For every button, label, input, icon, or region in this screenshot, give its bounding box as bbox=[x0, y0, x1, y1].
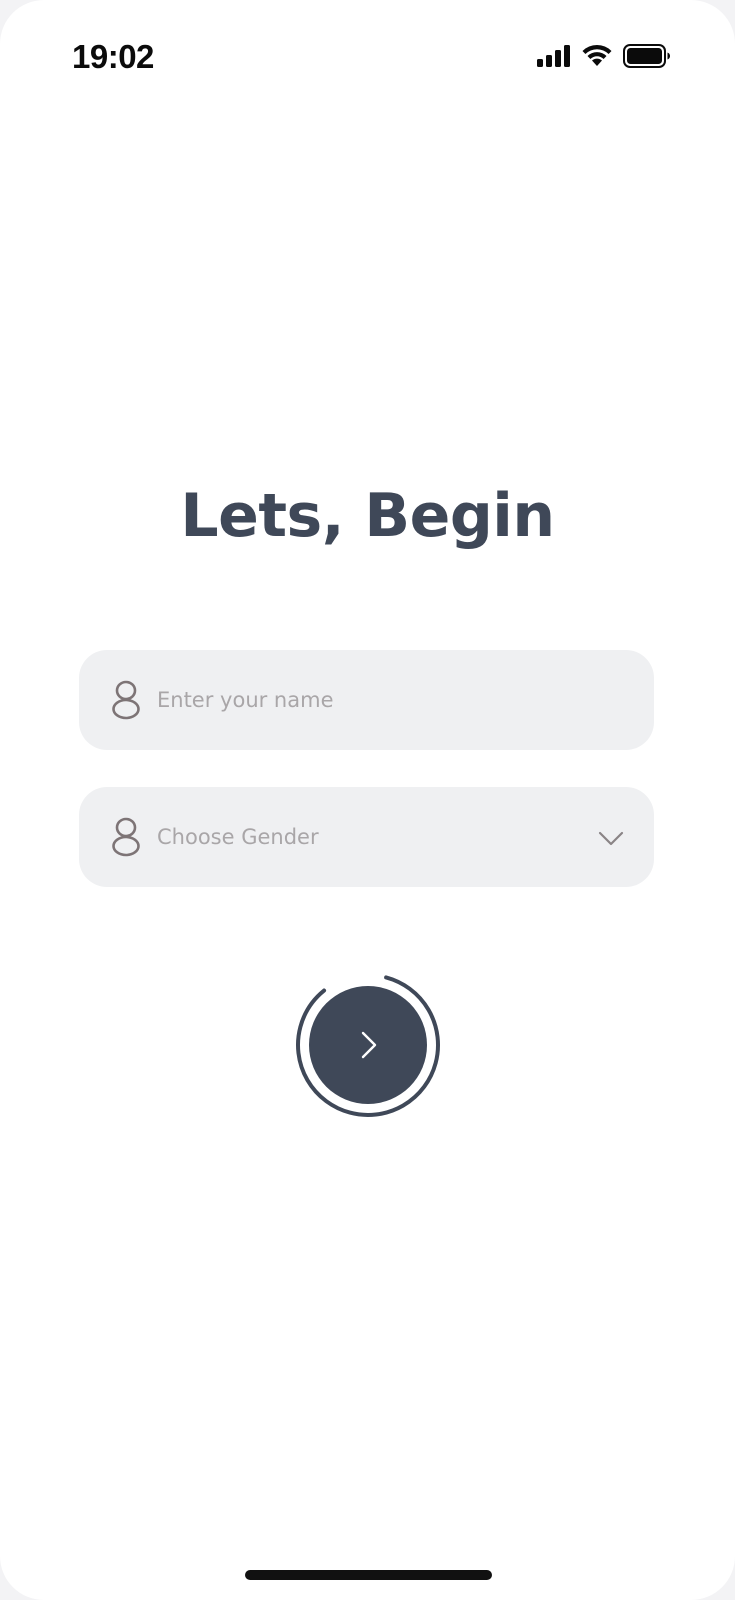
next-button-wrapper bbox=[293, 970, 443, 1120]
user-icon bbox=[109, 817, 143, 857]
name-input[interactable] bbox=[157, 650, 617, 750]
status-time: 19:02 bbox=[72, 38, 154, 75]
status-icons bbox=[537, 44, 671, 68]
battery-icon bbox=[623, 44, 671, 68]
user-icon bbox=[109, 680, 143, 720]
home-indicator[interactable] bbox=[245, 1570, 492, 1580]
wifi-icon bbox=[581, 44, 613, 68]
gender-select-placeholder: Choose Gender bbox=[157, 825, 319, 849]
name-field[interactable] bbox=[79, 650, 654, 750]
gender-select[interactable]: Choose Gender bbox=[79, 787, 654, 887]
next-button[interactable] bbox=[309, 986, 427, 1104]
status-bar: 19:02 bbox=[0, 0, 735, 120]
chevron-down-icon[interactable] bbox=[598, 825, 624, 851]
cellular-signal-icon bbox=[537, 45, 571, 67]
app-screen: 19:02 Lets, Begin Enter your name Choose… bbox=[0, 0, 735, 1600]
chevron-right-icon bbox=[361, 1031, 377, 1059]
page-title: Lets, Begin bbox=[180, 481, 555, 551]
